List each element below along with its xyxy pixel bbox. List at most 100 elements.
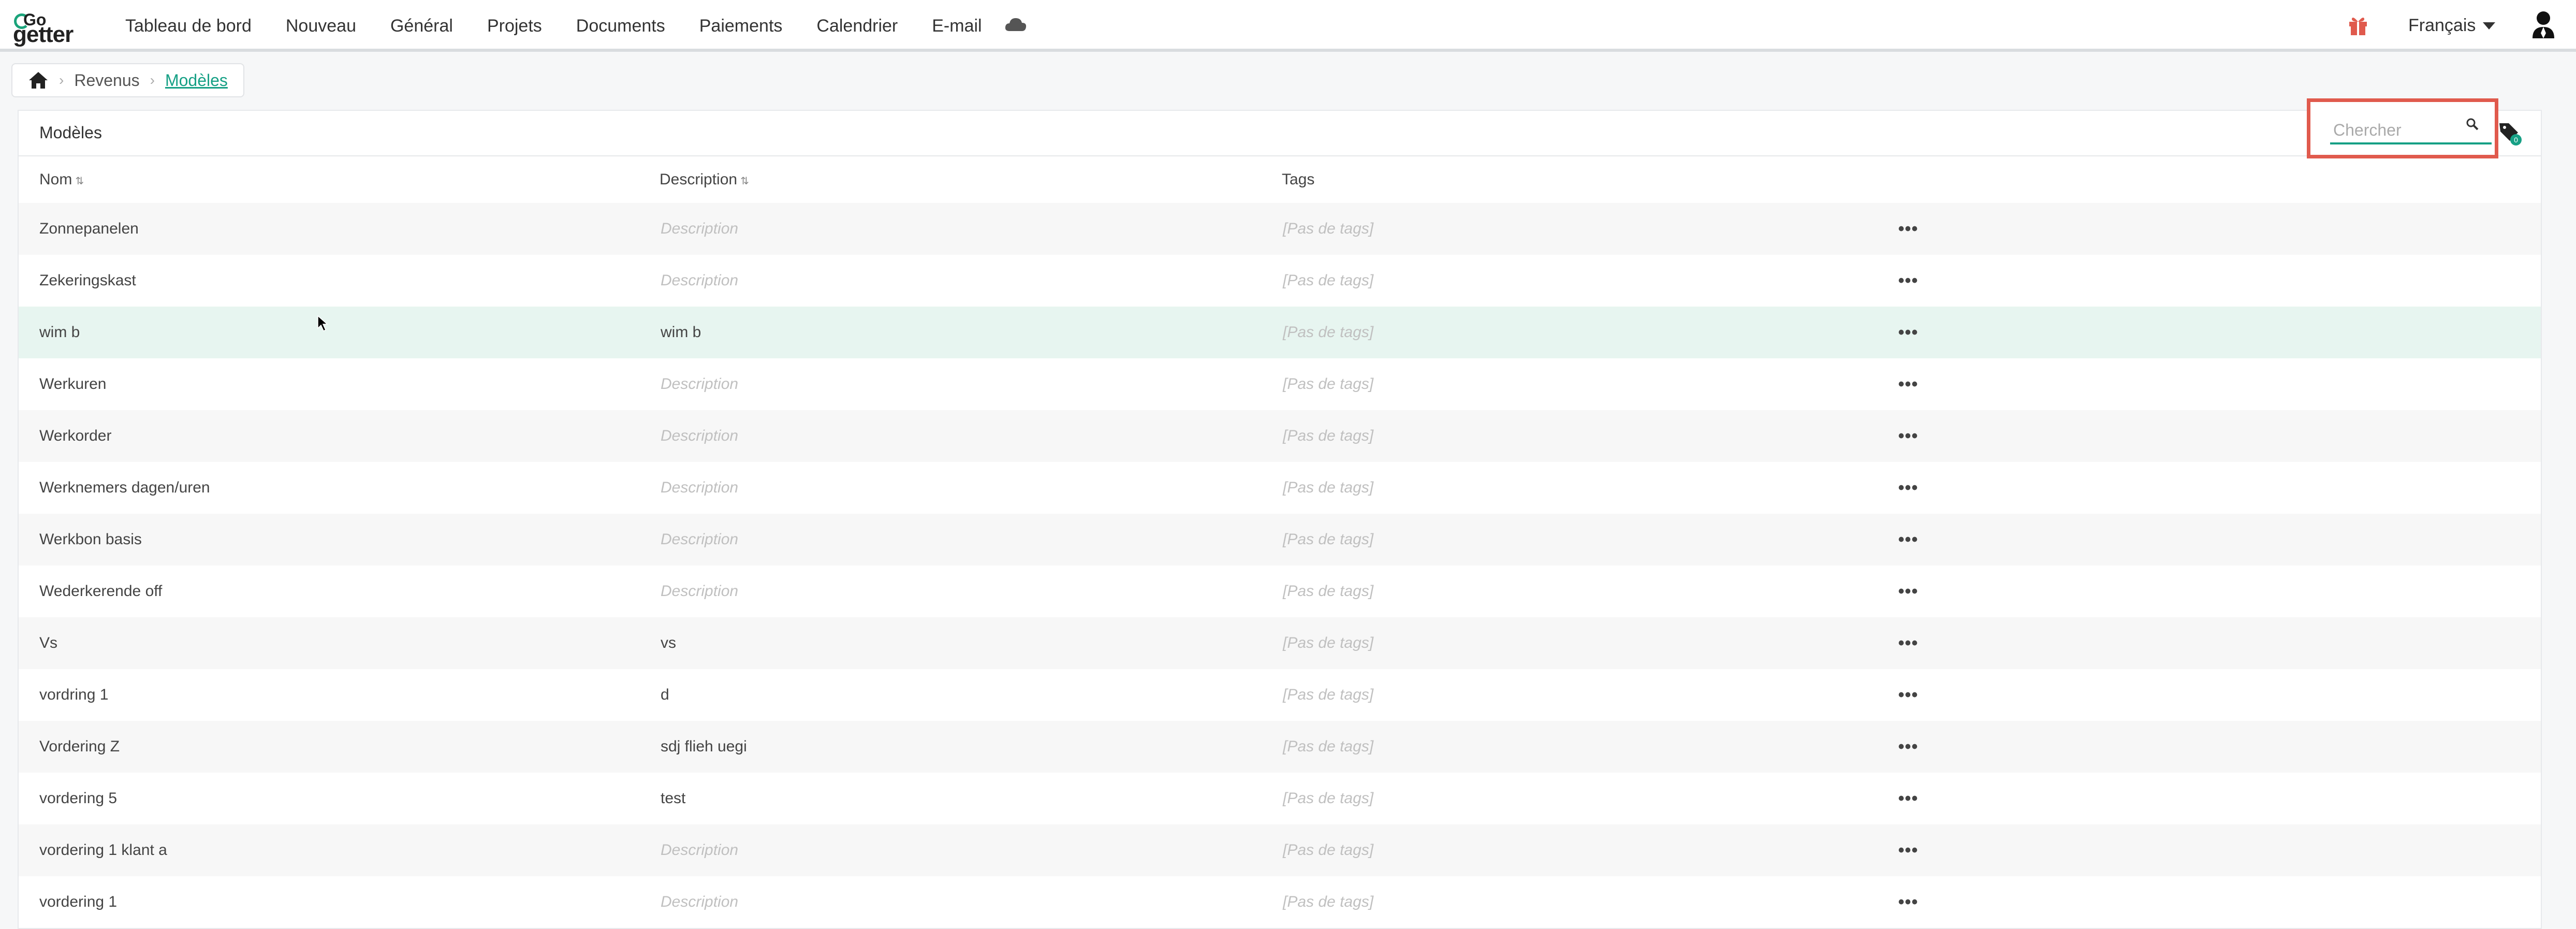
more-options-icon[interactable]: ••• — [1893, 514, 1924, 565]
column-label: Tags — [1282, 171, 1315, 188]
row-name[interactable]: Wederkerende off — [39, 565, 162, 617]
main-menu: Tableau de bord Nouveau Général Projets … — [125, 0, 1016, 52]
row-name[interactable]: Werkuren — [39, 358, 107, 410]
breadcrumb: › Revenus › Modèles — [11, 63, 244, 97]
menu-email[interactable]: E-mail — [932, 16, 982, 36]
table-row[interactable]: Werknemers dagen/uren Description [Pas de … — [19, 462, 2541, 514]
row-description: d — [661, 686, 669, 703]
more-options-icon[interactable]: ••• — [1893, 410, 1924, 462]
table-row[interactable]: Werkbon basis Description [Pas de tags] ••• — [19, 514, 2541, 565]
row-tags: [Pas de tags] — [1283, 790, 1374, 807]
tag-badge-count: 0 — [2514, 136, 2518, 144]
more-options-icon[interactable]: ••• — [1893, 824, 1924, 876]
row-tags: [Pas de tags] — [1283, 531, 1374, 548]
table-header: Nom ⇅ Description ⇅ Tags — [19, 156, 2541, 203]
table-row[interactable]: wim b wim b [Pas de tags] ••• — [19, 307, 2541, 358]
row-description: Description — [661, 893, 739, 910]
menu-documents[interactable]: Documents — [576, 16, 665, 36]
menu-projets[interactable]: Projets — [487, 16, 542, 36]
more-options-icon[interactable]: ••• — [1893, 462, 1924, 514]
breadcrumb-modeles[interactable]: Modèles — [165, 71, 228, 90]
row-name[interactable]: vordring 1 — [39, 669, 108, 721]
table-row[interactable]: Vordering Z sdj flieh uegi [Pas de tags] ••… — [19, 721, 2541, 773]
more-options-icon[interactable]: ••• — [1893, 721, 1924, 773]
menu-paiements[interactable]: Paiements — [699, 16, 783, 36]
table-row[interactable]: Vs vs [Pas de tags] ••• — [19, 617, 2541, 669]
table-row[interactable]: Wederkerende off Description [Pas de tags]… — [19, 565, 2541, 617]
row-tags: [Pas de tags] — [1283, 324, 1374, 341]
top-navbar: Go getter Tableau de bord Nouveau Généra… — [0, 0, 2576, 52]
row-tags: [Pas de tags] — [1283, 583, 1374, 600]
row-name[interactable]: Werkorder — [39, 410, 111, 462]
row-tags: [Pas de tags] — [1283, 686, 1374, 703]
row-name[interactable]: Werkbon basis — [39, 514, 142, 565]
menu-general[interactable]: Général — [390, 16, 453, 36]
column-nom[interactable]: Nom ⇅ — [39, 156, 84, 203]
table-row[interactable]: Zekeringskast Description [Pas de tags] ••• — [19, 255, 2541, 307]
tag-filter-icon[interactable]: 0 — [2497, 120, 2523, 146]
menu-calendrier[interactable]: Calendrier — [816, 16, 898, 36]
search-highlight-box — [2307, 98, 2498, 158]
row-name[interactable]: Vs — [39, 617, 57, 669]
more-options-icon[interactable]: ••• — [1893, 565, 1924, 617]
table-row[interactable]: Werkorder Description [Pas de tags] ••• — [19, 410, 2541, 462]
row-name[interactable]: Zekeringskast — [39, 255, 136, 307]
menu-tableau-de-bord[interactable]: Tableau de bord — [125, 16, 252, 36]
row-tags: [Pas de tags] — [1283, 427, 1374, 444]
row-tags: [Pas de tags] — [1283, 272, 1374, 289]
more-options-icon[interactable]: ••• — [1893, 773, 1924, 824]
column-description[interactable]: Description ⇅ — [660, 156, 749, 203]
chevron-right-icon: › — [150, 72, 155, 88]
row-description: Description — [661, 841, 739, 859]
row-name[interactable]: vordering 1 klant a — [39, 824, 167, 876]
table-row[interactable]: vordering 1 klant a Description [Pas de ta… — [19, 824, 2541, 876]
chevron-right-icon: › — [59, 72, 64, 88]
more-options-icon[interactable]: ••• — [1893, 669, 1924, 721]
row-description: Description — [661, 427, 739, 444]
row-description: wim b — [661, 324, 701, 341]
row-name[interactable]: vordering 1 — [39, 876, 117, 928]
column-label: Description — [660, 171, 738, 188]
gift-icon[interactable] — [2348, 14, 2368, 36]
row-name[interactable]: Werknemers dagen/uren — [39, 462, 210, 514]
search-icon[interactable] — [2466, 118, 2479, 131]
more-options-icon[interactable]: ••• — [1893, 617, 1924, 669]
gogetter-logo[interactable]: Go getter — [13, 10, 96, 47]
more-options-icon[interactable]: ••• — [1893, 255, 1924, 307]
more-options-icon[interactable]: ••• — [1893, 203, 1924, 255]
row-tags: [Pas de tags] — [1283, 738, 1374, 755]
row-name[interactable]: vordering 5 — [39, 773, 117, 824]
row-name[interactable]: Vordering Z — [39, 721, 120, 773]
table-row[interactable]: vordering 5 test [Pas de tags] ••• — [19, 773, 2541, 824]
more-options-icon[interactable]: ••• — [1893, 307, 1924, 358]
row-tags: [Pas de tags] — [1283, 479, 1374, 496]
row-name[interactable]: Zonnepanelen — [39, 203, 139, 255]
user-icon[interactable] — [2530, 10, 2556, 39]
menu-nouveau[interactable]: Nouveau — [286, 16, 356, 36]
row-tags: [Pas de tags] — [1283, 375, 1374, 393]
cloud-icon[interactable] — [1004, 17, 1027, 32]
row-tags: [Pas de tags] — [1283, 220, 1374, 237]
sort-icon: ⇅ — [75, 176, 84, 187]
more-options-icon[interactable]: ••• — [1893, 876, 1924, 928]
row-name[interactable]: wim b — [39, 307, 80, 358]
row-tags: [Pas de tags] — [1283, 841, 1374, 859]
panel-title: Modèles — [39, 123, 102, 142]
more-options-icon[interactable]: ••• — [1893, 358, 1924, 410]
chevron-down-icon — [2483, 22, 2496, 30]
row-description: Description — [661, 375, 739, 393]
row-description: Description — [661, 479, 739, 496]
language-selector[interactable]: Français — [2408, 16, 2496, 36]
table-row[interactable]: Zonnepanelen Description [Pas de tags] ••• — [19, 203, 2541, 255]
row-description: vs — [661, 634, 676, 651]
breadcrumb-revenus[interactable]: Revenus — [74, 71, 139, 90]
home-icon[interactable] — [28, 71, 49, 90]
row-description: Description — [661, 583, 739, 600]
column-tags: Tags — [1282, 156, 1314, 203]
table-row[interactable]: vordring 1 d [Pas de tags] ••• — [19, 669, 2541, 721]
column-label: Nom — [39, 171, 72, 188]
row-description: Description — [661, 220, 739, 237]
table-row[interactable]: Werkuren Description [Pas de tags] ••• — [19, 358, 2541, 410]
table-row[interactable]: vordering 1 Description [Pas de tags] ••• — [19, 876, 2541, 928]
sort-icon: ⇅ — [740, 176, 749, 187]
